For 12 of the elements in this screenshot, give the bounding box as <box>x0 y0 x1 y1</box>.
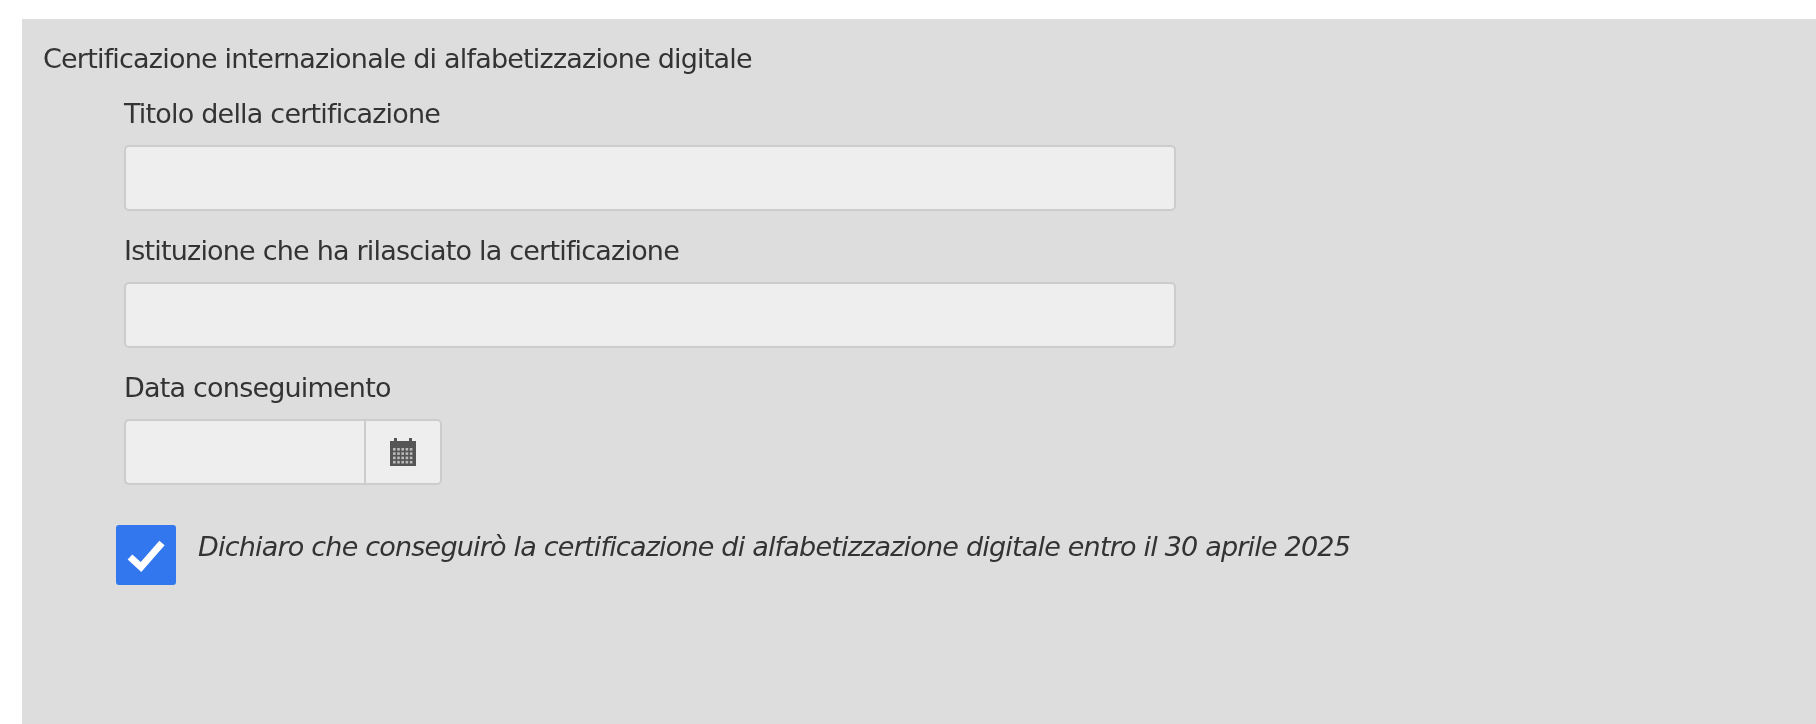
declaration-text: Dichiaro che conseguirò la certificazione di alfabetizzazione digitale entro il 30 aprile 2025 <box>198 531 1351 562</box>
calendar-button[interactable] <box>364 419 442 485</box>
checkbox[interactable] <box>116 525 176 585</box>
field-label: Data conseguimento <box>124 372 391 403</box>
field-label: Titolo della certificazione <box>124 98 441 129</box>
text-field[interactable] <box>124 145 1176 211</box>
text-field[interactable] <box>124 282 1176 348</box>
date-field[interactable] <box>124 419 364 485</box>
check-icon <box>127 538 165 572</box>
calendar-icon <box>390 438 416 466</box>
field-label: Istituzione che ha rilasciato la certificazione <box>124 235 679 266</box>
section-title: Certificazione internazionale di alfabetizzazione digitale <box>43 43 752 74</box>
